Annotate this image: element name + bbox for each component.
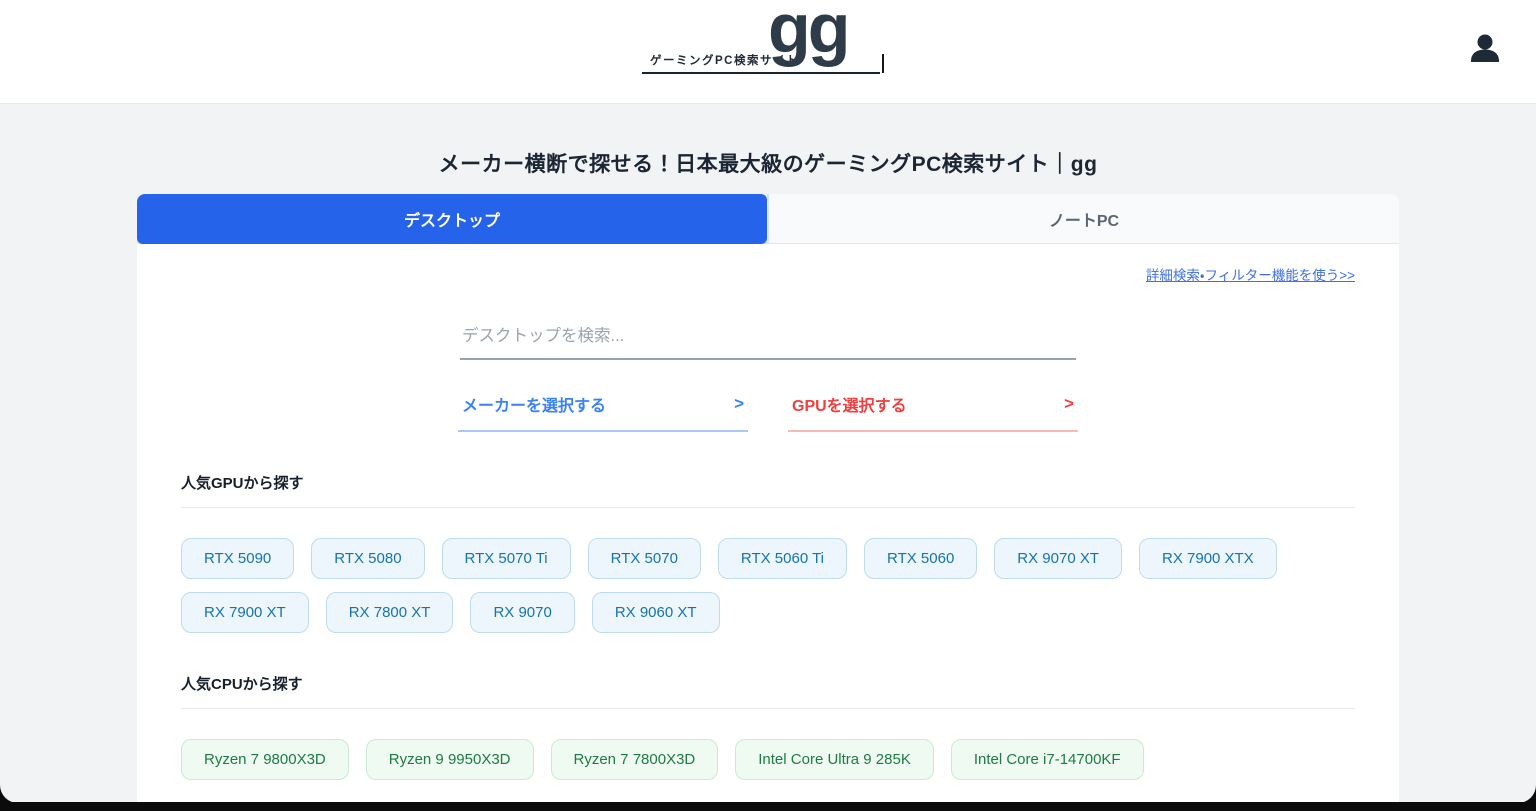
cpu-chip[interactable]: Intel Core i7-14700KF <box>951 739 1144 780</box>
site-logo[interactable]: ゲーミングPC検索サイト gg <box>642 16 894 92</box>
logo-underline <box>642 72 880 74</box>
search-input[interactable] <box>460 321 1076 360</box>
gpu-select-button[interactable]: GPUを選択する > <box>788 384 1078 432</box>
window-corner-right <box>1516 783 1536 803</box>
gpu-chip[interactable]: RX 7800 XT <box>326 592 454 633</box>
gpu-chip[interactable]: RX 7900 XT <box>181 592 309 633</box>
search-card: デスクトップ ノートPC 詳細検索・フィルター機能を使う>> メーカーを選択する… <box>137 194 1399 811</box>
popular-gpu-title: 人気GPUから探す <box>181 472 1355 508</box>
maker-select-label: メーカーを選択する <box>462 392 606 416</box>
chevron-right-icon: > <box>734 394 744 414</box>
tab-desktop[interactable]: デスクトップ <box>137 194 767 244</box>
popular-cpu-section: 人気CPUから探す Ryzen 7 9800X3D Ryzen 9 9950X3… <box>181 673 1355 780</box>
logo-cursor-mark <box>882 54 884 73</box>
bottom-edge-bar <box>0 802 1536 811</box>
chevron-right-icon: > <box>1064 394 1074 414</box>
popular-cpu-title: 人気CPUから探す <box>181 673 1355 709</box>
cpu-chip-list: Ryzen 7 9800X3D Ryzen 9 9950X3D Ryzen 7 … <box>181 739 1355 780</box>
gpu-chip[interactable]: RTX 5070 Ti <box>442 538 571 579</box>
cpu-chip[interactable]: Ryzen 7 7800X3D <box>551 739 719 780</box>
category-tabs: デスクトップ ノートPC <box>137 194 1399 244</box>
logo-brand: gg <box>768 0 848 63</box>
search-area <box>460 321 1076 360</box>
main-content: メーカー横断で探せる！日本最大級のゲーミングPC検索サイト｜gg デスクトップ … <box>0 104 1536 811</box>
advanced-search-row: 詳細検索・フィルター機能を使う>> <box>181 264 1355 285</box>
gpu-chip[interactable]: RTX 5060 <box>864 538 977 579</box>
gpu-chip[interactable]: RTX 5070 <box>588 538 701 579</box>
user-account-button[interactable] <box>1466 30 1504 68</box>
cpu-chip[interactable]: Intel Core Ultra 9 285K <box>735 739 934 780</box>
selector-row: メーカーを選択する > GPUを選択する > <box>458 384 1078 432</box>
gpu-chip[interactable]: RTX 5080 <box>311 538 424 579</box>
cpu-chip[interactable]: Ryzen 9 9950X3D <box>366 739 534 780</box>
tab-note-pc[interactable]: ノートPC <box>767 194 1399 244</box>
card-body: 詳細検索・フィルター機能を使う>> メーカーを選択する > GPUを選択する >… <box>137 244 1399 811</box>
gpu-chip[interactable]: RX 9070 XT <box>994 538 1122 579</box>
gpu-select-label: GPUを選択する <box>792 392 907 416</box>
gpu-chip[interactable]: RTX 5060 Ti <box>718 538 847 579</box>
header: ゲーミングPC検索サイト gg <box>0 0 1536 104</box>
gpu-chip[interactable]: RX 9060 XT <box>592 592 720 633</box>
gpu-chip[interactable]: RX 9070 <box>470 592 574 633</box>
maker-select-button[interactable]: メーカーを選択する > <box>458 384 748 432</box>
popular-gpu-section: 人気GPUから探す RTX 5090 RTX 5080 RTX 5070 Ti … <box>181 472 1355 633</box>
advanced-search-link[interactable]: 詳細検索・フィルター機能を使う>> <box>1146 268 1355 283</box>
window-corner-left <box>0 783 20 803</box>
gpu-chip[interactable]: RX 7900 XTX <box>1139 538 1277 579</box>
page-title: メーカー横断で探せる！日本最大級のゲーミングPC検索サイト｜gg <box>0 104 1536 178</box>
user-icon <box>1466 56 1504 71</box>
gpu-chip-list: RTX 5090 RTX 5080 RTX 5070 Ti RTX 5070 R… <box>181 538 1355 633</box>
gpu-chip[interactable]: RTX 5090 <box>181 538 294 579</box>
cpu-chip[interactable]: Ryzen 7 9800X3D <box>181 739 349 780</box>
